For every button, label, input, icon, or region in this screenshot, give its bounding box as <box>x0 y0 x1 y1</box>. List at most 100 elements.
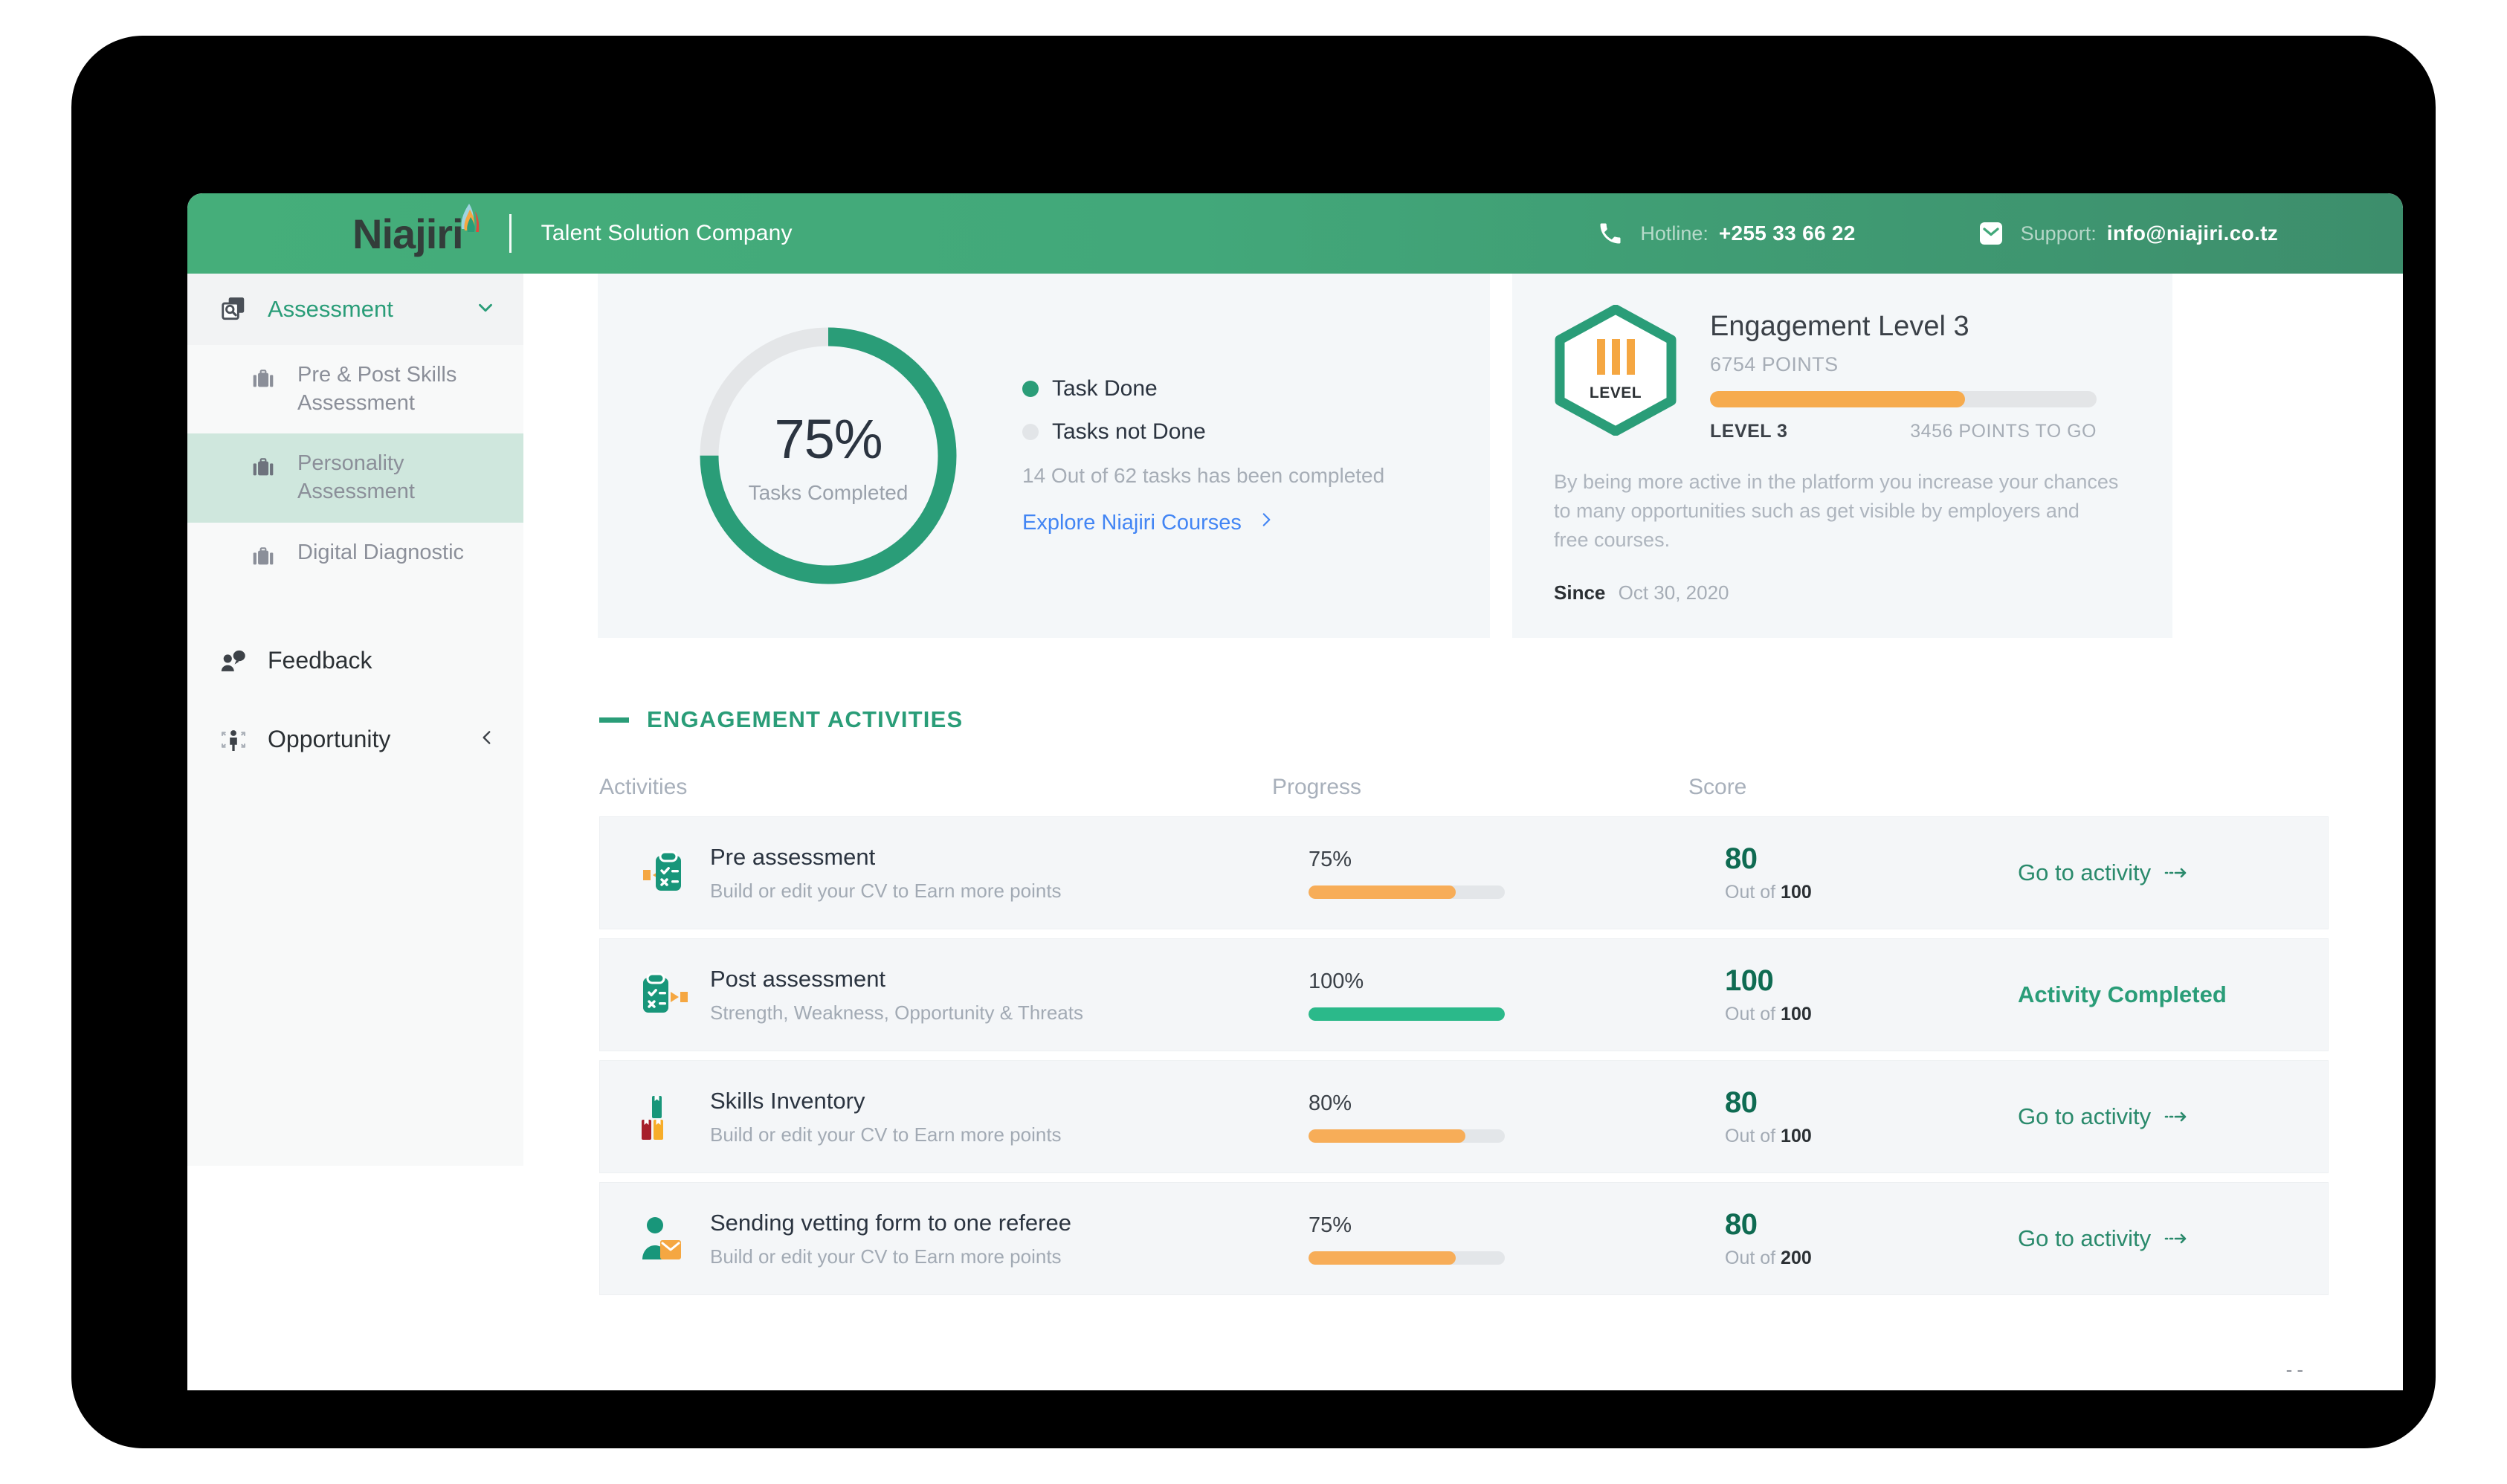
progress-fill <box>1309 885 1456 899</box>
legend-label: Tasks not Done <box>1052 419 1206 445</box>
chevron-left-icon[interactable] <box>477 728 497 751</box>
column-header-activities: Activities <box>599 775 1272 800</box>
engagement-activities-table: Activities Progress Score <box>599 733 2329 1295</box>
action-label: Go to activity <box>2018 1103 2151 1130</box>
progress-percent: 75% <box>1309 1213 1725 1238</box>
activity-text: Pre assessment Build or edit your CV to … <box>710 844 1062 903</box>
feedback-people-icon <box>217 645 250 677</box>
sidebar-item-feedback[interactable]: Feedback <box>187 622 523 700</box>
go-to-activity-link[interactable]: Go to activity <box>2018 1225 2190 1252</box>
go-to-activity-link[interactable]: Go to activity <box>2018 1103 2190 1130</box>
sidebar-item-label: Feedback <box>268 647 372 674</box>
level-progress-fill <box>1710 391 1965 407</box>
member-since: Since Oct 30, 2020 <box>1554 581 2129 604</box>
company-name: Talent Solution Company <box>541 221 793 246</box>
activity-cell: Pre assessment Build or edit your CV to … <box>636 844 1309 903</box>
table-row[interactable]: Sending vetting form to one referee Buil… <box>599 1182 2329 1295</box>
main-content: 75% Tasks Completed Task Done Tasks not … <box>523 274 2403 1390</box>
score-out-of: Out of 100 <box>1725 1126 1970 1147</box>
assessment-search-icon <box>217 293 250 326</box>
legend-item: Task Done <box>1022 376 1384 401</box>
progress-percent: 75% <box>1309 848 1725 872</box>
progress-track <box>1309 885 1505 899</box>
activity-description: Build or edit your CV to Earn more point… <box>710 1245 1071 1268</box>
header-contacts: Hotline: +255 33 66 22 Support: info@nia… <box>1594 217 2278 250</box>
action-cell: Go to activity <box>1970 859 2328 886</box>
score-value: 80 <box>1725 1208 1970 1242</box>
sidebar-item-assessment[interactable]: Assessment <box>187 274 523 345</box>
progress-fill <box>1309 1251 1456 1265</box>
score-out-of-prefix: Out of <box>1725 1126 1781 1146</box>
score-out-of: Out of 100 <box>1725 882 1970 903</box>
score-value: 100 <box>1725 964 1970 998</box>
arrow-right-icon <box>2164 1109 2190 1124</box>
progress-cell: 100% <box>1309 970 1725 1021</box>
legend-item: Tasks not Done <box>1022 419 1384 445</box>
level-progress-labels: LEVEL 3 3456 POINTS TO GO <box>1710 421 2097 442</box>
phone-icon <box>1594 217 1627 250</box>
table-row[interactable]: Post assessment Strength, Weakness, Oppo… <box>599 938 2329 1051</box>
tasks-completed-card: 75% Tasks Completed Task Done Tasks not … <box>598 274 1490 638</box>
support-item[interactable]: Support: info@niajiri.co.tz <box>1975 217 2278 250</box>
app-screen: Niajiri Talent Solution Company <box>187 193 2403 1390</box>
ghost-dashes: -- <box>2286 1358 2308 1381</box>
activity-description: Build or edit your CV to Earn more point… <box>710 1123 1062 1146</box>
activity-text: Post assessment Strength, Weakness, Oppo… <box>710 966 1083 1025</box>
progress-cell: 80% <box>1309 1091 1725 1143</box>
go-to-activity-link[interactable]: Go to activity <box>2018 859 2190 886</box>
action-label: Go to activity <box>2018 859 2151 886</box>
briefcase-icon <box>247 364 280 396</box>
level-current-label: LEVEL 3 <box>1710 421 1787 442</box>
engagement-level-card: LEVEL Engagement Level 3 6754 POINTS LEV… <box>1512 274 2172 638</box>
brand-divider <box>509 214 512 253</box>
sidebar-item-digital-diagnostic[interactable]: Digital Diagnostic <box>187 523 523 590</box>
brand-block[interactable]: Niajiri Talent Solution Company <box>352 210 793 258</box>
mail-icon <box>1975 217 2007 250</box>
progress-cell: 75% <box>1309 848 1725 899</box>
section-title: ENGAGEMENT ACTIVITIES <box>647 706 963 733</box>
score-value: 80 <box>1725 1086 1970 1120</box>
sidebar-item-personality-assessment[interactable]: Personality Assessment <box>187 433 523 522</box>
donut-caption: Tasks Completed <box>749 481 909 505</box>
score-cell: 100 Out of 100 <box>1725 964 1970 1025</box>
level-badge-label: LEVEL <box>1590 384 1642 402</box>
summary-cards-row: 75% Tasks Completed Task Done Tasks not … <box>523 274 2403 638</box>
chevron-down-icon[interactable] <box>474 297 497 323</box>
engagement-level-title: Engagement Level 3 <box>1710 311 2129 343</box>
support-value: info@niajiri.co.tz <box>2107 222 2278 245</box>
hotline-label: Hotline: <box>1640 222 1709 245</box>
activity-name: Pre assessment <box>710 844 1062 871</box>
app-header: Niajiri Talent Solution Company <box>187 193 2403 274</box>
hotline-item[interactable]: Hotline: +255 33 66 22 <box>1594 217 1855 250</box>
table-header-row: Activities Progress Score <box>599 733 2329 816</box>
level-hexagon-badge: LEVEL <box>1554 305 1677 436</box>
tasks-completed-note: 14 Out of 62 tasks has been completed <box>1022 464 1384 488</box>
legend-label: Task Done <box>1052 376 1158 401</box>
progress-track <box>1309 1129 1505 1143</box>
legend-dot-tasks-not-done <box>1022 424 1039 440</box>
score-out-of-value: 200 <box>1781 1248 1812 1268</box>
activity-description: Build or edit your CV to Earn more point… <box>710 880 1062 903</box>
table-row[interactable]: Pre assessment Build or edit your CV to … <box>599 816 2329 929</box>
level-bars-icon <box>1597 339 1635 375</box>
progress-fill <box>1309 1007 1505 1021</box>
since-label: Since <box>1554 581 1605 604</box>
sidebar-item-label: Pre & Post Skills Assessment <box>297 361 483 417</box>
level-progress-track <box>1710 391 2097 407</box>
sidebar-item-opportunity[interactable]: Opportunity <box>187 700 523 779</box>
score-out-of: Out of 100 <box>1725 1004 1970 1025</box>
column-header-score: Score <box>1688 775 1934 800</box>
action-cell: Activity Completed <box>1970 981 2328 1008</box>
donut-legend: Task Done Tasks not Done 14 Out of 62 ta… <box>1022 376 1384 535</box>
sidebar-item-label: Digital Diagnostic <box>297 539 464 567</box>
progress-track <box>1309 1007 1505 1021</box>
sidebar-item-pre-post-skills-assessment[interactable]: Pre & Post Skills Assessment <box>187 345 523 433</box>
progress-percent: 80% <box>1309 1091 1725 1116</box>
score-value: 80 <box>1725 842 1970 876</box>
section-accent-dash <box>599 717 629 723</box>
briefcase-icon <box>247 541 280 574</box>
level-points-to-go: 3456 POINTS TO GO <box>1910 421 2097 442</box>
table-row[interactable]: Skills Inventory Build or edit your CV t… <box>599 1060 2329 1173</box>
sidebar: Assessment Pre & Post Skills Ass <box>187 274 523 1166</box>
explore-courses-link[interactable]: Explore Niajiri Courses <box>1022 510 1384 535</box>
